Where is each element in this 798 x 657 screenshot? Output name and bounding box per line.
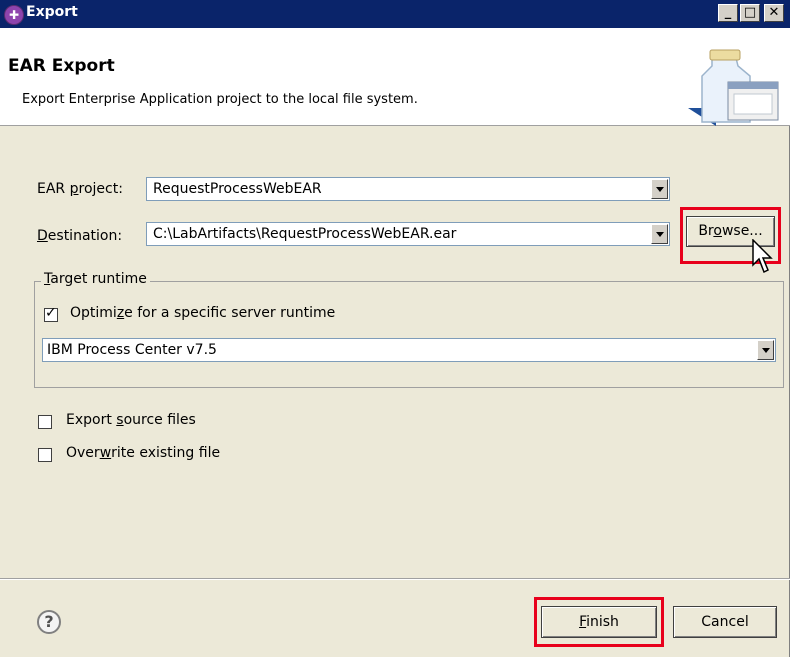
group-title: Target runtime: [41, 271, 150, 287]
label-text: Export: [66, 412, 117, 428]
cancel-button[interactable]: Cancel: [673, 606, 777, 638]
maximize-button[interactable]: □: [740, 4, 760, 22]
button-text: wse...: [721, 223, 763, 239]
destination-label: Destination:: [37, 228, 122, 244]
label-mnemonic: s: [116, 412, 124, 428]
label-mnemonic: w: [99, 445, 112, 461]
dropdown-arrow-icon[interactable]: [757, 340, 774, 360]
destination-combo[interactable]: C:\LabArtifacts\RequestProcessWebEAR.ear: [146, 222, 670, 246]
label-text: EAR: [37, 181, 70, 197]
window-title: Export: [26, 4, 78, 20]
eclipse-app-icon: ✚: [4, 5, 24, 25]
wizard-header: EAR Export Export Enterprise Application…: [0, 28, 790, 126]
overwrite-checkbox[interactable]: [38, 448, 52, 462]
mouse-cursor-icon: [752, 239, 773, 274]
export-wizard-icon: [688, 49, 779, 126]
label-text: estination:: [47, 228, 123, 244]
runtime-combo[interactable]: IBM Process Center v7.5: [42, 338, 776, 362]
button-mnemonic: o: [713, 223, 722, 239]
footer-separator: [0, 578, 790, 580]
finish-button[interactable]: Finish: [541, 606, 657, 638]
page-description: Export Enterprise Application project to…: [22, 92, 418, 107]
combo-value: RequestProcessWebEAR: [153, 181, 322, 197]
combo-value: IBM Process Center v7.5: [47, 342, 217, 358]
close-button[interactable]: ✕: [764, 4, 784, 22]
label-text: e for a specific server runtime: [124, 305, 336, 321]
dropdown-arrow-icon[interactable]: [651, 179, 668, 199]
optimize-checkbox[interactable]: [44, 305, 58, 322]
optimize-label[interactable]: Optimize for a specific server runtime: [70, 305, 335, 321]
button-text: Br: [698, 223, 714, 239]
export-source-label[interactable]: Export source files: [66, 412, 196, 428]
label-mnemonic: D: [37, 228, 48, 244]
overwrite-label[interactable]: Overwrite existing file: [66, 445, 220, 461]
dropdown-arrow-icon[interactable]: [651, 224, 668, 244]
target-runtime-group: Target runtime: [34, 271, 784, 388]
label-text: rite existing file: [111, 445, 221, 461]
help-icon[interactable]: ?: [37, 610, 61, 634]
title-text: arget runtime: [50, 271, 147, 287]
ear-project-combo[interactable]: RequestProcessWebEAR: [146, 177, 670, 201]
button-text: inish: [586, 614, 619, 630]
export-source-checkbox[interactable]: [38, 415, 52, 429]
label-text: Optimi: [70, 305, 117, 321]
combo-value: C:\LabArtifacts\RequestProcessWebEAR.ear: [153, 226, 457, 242]
label-text: ource files: [123, 412, 196, 428]
label-mnemonic: p: [69, 181, 79, 197]
label-text: Over: [66, 445, 100, 461]
title-bar: ✚ Export _ □ ✕: [0, 0, 790, 28]
label-text: roject:: [78, 181, 123, 197]
minimize-button[interactable]: _: [718, 4, 738, 22]
page-title: EAR Export: [8, 56, 115, 76]
export-dialog: ✚ Export _ □ ✕ EAR Export Export Enterpr…: [0, 0, 790, 657]
ear-project-label: EAR project:: [37, 181, 123, 197]
